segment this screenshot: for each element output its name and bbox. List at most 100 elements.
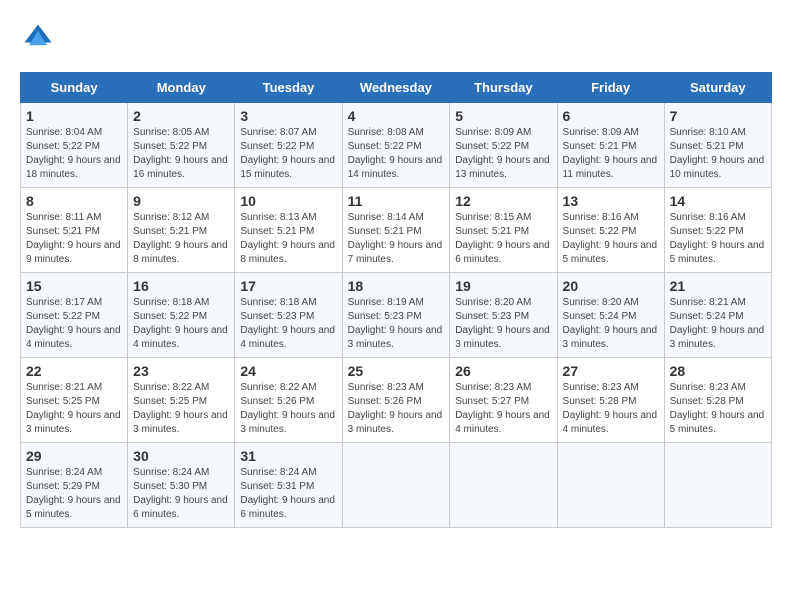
day-number: 18 — [348, 278, 445, 294]
calendar-cell: 1 Sunrise: 8:04 AMSunset: 5:22 PMDaylight… — [21, 103, 128, 188]
day-info: Sunrise: 8:18 AMSunset: 5:22 PMDaylight:… — [133, 296, 229, 352]
day-number: 2 — [133, 108, 229, 124]
day-number: 11 — [348, 193, 445, 209]
calendar-cell: 16 Sunrise: 8:18 AMSunset: 5:22 PMDayligh… — [128, 273, 235, 358]
calendar-cell: 5 Sunrise: 8:09 AMSunset: 5:22 PMDaylight… — [450, 103, 557, 188]
day-number: 10 — [240, 193, 336, 209]
calendar-week-row: 29Sunrise: 8:24 AMSunset: 5:29 PMDayligh… — [21, 443, 772, 528]
calendar-cell: 2 Sunrise: 8:05 AMSunset: 5:22 PMDaylight… — [128, 103, 235, 188]
day-info: Sunrise: 8:23 AMSunset: 5:28 PMDaylight:… — [670, 381, 766, 437]
day-info: Sunrise: 8:17 AMSunset: 5:22 PMDaylight:… — [26, 296, 122, 352]
day-info: Sunrise: 8:14 AMSunset: 5:21 PMDaylight:… — [348, 211, 445, 267]
day-number: 6 — [563, 108, 659, 124]
day-info: Sunrise: 8:13 AMSunset: 5:21 PMDaylight:… — [240, 211, 336, 267]
calendar-cell: 13 Sunrise: 8:16 AMSunset: 5:22 PMDayligh… — [557, 188, 664, 273]
day-info: Sunrise: 8:23 AMSunset: 5:26 PMDaylight:… — [348, 381, 445, 437]
day-info: Sunrise: 8:16 AMSunset: 5:22 PMDaylight:… — [563, 211, 659, 267]
weekday-header: Thursday — [450, 73, 557, 103]
day-info: Sunrise: 8:15 AMSunset: 5:21 PMDaylight:… — [455, 211, 551, 267]
logo — [20, 20, 62, 56]
day-number: 1 — [26, 108, 122, 124]
day-info: Sunrise: 8:24 AMSunset: 5:31 PMDaylight:… — [240, 466, 336, 522]
day-number: 16 — [133, 278, 229, 294]
day-info: Sunrise: 8:18 AMSunset: 5:23 PMDaylight:… — [240, 296, 336, 352]
header-row: SundayMondayTuesdayWednesdayThursdayFrid… — [21, 73, 772, 103]
calendar-week-row: 15 Sunrise: 8:17 AMSunset: 5:22 PMDayligh… — [21, 273, 772, 358]
day-number: 15 — [26, 278, 122, 294]
day-number: 12 — [455, 193, 551, 209]
day-number: 21 — [670, 278, 766, 294]
calendar-cell: 10 Sunrise: 8:13 AMSunset: 5:21 PMDayligh… — [235, 188, 342, 273]
calendar-cell: 19 Sunrise: 8:20 AMSunset: 5:23 PMDayligh… — [450, 273, 557, 358]
calendar-cell: 7 Sunrise: 8:10 AMSunset: 5:21 PMDaylight… — [664, 103, 771, 188]
calendar-cell: 8 Sunrise: 8:11 AMSunset: 5:21 PMDaylight… — [21, 188, 128, 273]
calendar-cell — [557, 443, 664, 528]
calendar-cell: 23 Sunrise: 8:22 AMSunset: 5:25 PMDayligh… — [128, 358, 235, 443]
day-info: Sunrise: 8:23 AMSunset: 5:27 PMDaylight:… — [455, 381, 551, 437]
day-info: Sunrise: 8:22 AMSunset: 5:25 PMDaylight:… — [133, 381, 229, 437]
day-number: 26 — [455, 363, 551, 379]
calendar-cell: 11 Sunrise: 8:14 AMSunset: 5:21 PMDayligh… — [342, 188, 450, 273]
calendar-cell: 15 Sunrise: 8:17 AMSunset: 5:22 PMDayligh… — [21, 273, 128, 358]
calendar-cell: 14 Sunrise: 8:16 AMSunset: 5:22 PMDayligh… — [664, 188, 771, 273]
day-number: 9 — [133, 193, 229, 209]
day-number: 3 — [240, 108, 336, 124]
day-number: 5 — [455, 108, 551, 124]
day-info: Sunrise: 8:11 AMSunset: 5:21 PMDaylight:… — [26, 211, 122, 267]
calendar-week-row: 1 Sunrise: 8:04 AMSunset: 5:22 PMDaylight… — [21, 103, 772, 188]
day-info: Sunrise: 8:10 AMSunset: 5:21 PMDaylight:… — [670, 126, 766, 182]
calendar-cell: 18Sunrise: 8:19 AMSunset: 5:23 PMDayligh… — [342, 273, 450, 358]
day-info: Sunrise: 8:16 AMSunset: 5:22 PMDaylight:… — [670, 211, 766, 267]
calendar-cell: 27Sunrise: 8:23 AMSunset: 5:28 PMDayligh… — [557, 358, 664, 443]
day-number: 20 — [563, 278, 659, 294]
calendar-cell: 21Sunrise: 8:21 AMSunset: 5:24 PMDayligh… — [664, 273, 771, 358]
day-number: 4 — [348, 108, 445, 124]
day-number: 19 — [455, 278, 551, 294]
day-info: Sunrise: 8:12 AMSunset: 5:21 PMDaylight:… — [133, 211, 229, 267]
weekday-header: Sunday — [21, 73, 128, 103]
calendar-cell — [450, 443, 557, 528]
calendar-cell — [664, 443, 771, 528]
calendar-cell: 20Sunrise: 8:20 AMSunset: 5:24 PMDayligh… — [557, 273, 664, 358]
logo-icon — [20, 20, 56, 56]
day-info: Sunrise: 8:20 AMSunset: 5:23 PMDaylight:… — [455, 296, 551, 352]
day-number: 29 — [26, 448, 122, 464]
calendar-cell: 3 Sunrise: 8:07 AMSunset: 5:22 PMDaylight… — [235, 103, 342, 188]
calendar-cell: 24Sunrise: 8:22 AMSunset: 5:26 PMDayligh… — [235, 358, 342, 443]
day-number: 17 — [240, 278, 336, 294]
calendar-week-row: 22 Sunrise: 8:21 AMSunset: 5:25 PMDayligh… — [21, 358, 772, 443]
calendar-cell: 17 Sunrise: 8:18 AMSunset: 5:23 PMDayligh… — [235, 273, 342, 358]
calendar-cell: 30Sunrise: 8:24 AMSunset: 5:30 PMDayligh… — [128, 443, 235, 528]
day-info: Sunrise: 8:05 AMSunset: 5:22 PMDaylight:… — [133, 126, 229, 182]
page-header — [20, 20, 772, 56]
calendar-cell: 6Sunrise: 8:09 AMSunset: 5:21 PMDaylight… — [557, 103, 664, 188]
day-number: 31 — [240, 448, 336, 464]
day-number: 25 — [348, 363, 445, 379]
calendar-cell: 4 Sunrise: 8:08 AMSunset: 5:22 PMDaylight… — [342, 103, 450, 188]
calendar-cell: 25 Sunrise: 8:23 AMSunset: 5:26 PMDayligh… — [342, 358, 450, 443]
day-info: Sunrise: 8:21 AMSunset: 5:25 PMDaylight:… — [26, 381, 122, 437]
calendar-week-row: 8 Sunrise: 8:11 AMSunset: 5:21 PMDaylight… — [21, 188, 772, 273]
weekday-header: Tuesday — [235, 73, 342, 103]
day-info: Sunrise: 8:07 AMSunset: 5:22 PMDaylight:… — [240, 126, 336, 182]
weekday-header: Friday — [557, 73, 664, 103]
day-number: 14 — [670, 193, 766, 209]
day-number: 23 — [133, 363, 229, 379]
day-number: 7 — [670, 108, 766, 124]
day-info: Sunrise: 8:08 AMSunset: 5:22 PMDaylight:… — [348, 126, 445, 182]
day-info: Sunrise: 8:04 AMSunset: 5:22 PMDaylight:… — [26, 126, 122, 182]
day-number: 24 — [240, 363, 336, 379]
calendar-cell — [342, 443, 450, 528]
calendar-cell: 9 Sunrise: 8:12 AMSunset: 5:21 PMDaylight… — [128, 188, 235, 273]
day-info: Sunrise: 8:09 AMSunset: 5:22 PMDaylight:… — [455, 126, 551, 182]
calendar-cell: 29Sunrise: 8:24 AMSunset: 5:29 PMDayligh… — [21, 443, 128, 528]
day-number: 13 — [563, 193, 659, 209]
day-number: 8 — [26, 193, 122, 209]
weekday-header: Wednesday — [342, 73, 450, 103]
day-number: 27 — [563, 363, 659, 379]
calendar-cell: 12 Sunrise: 8:15 AMSunset: 5:21 PMDayligh… — [450, 188, 557, 273]
day-number: 30 — [133, 448, 229, 464]
calendar-cell: 26 Sunrise: 8:23 AMSunset: 5:27 PMDayligh… — [450, 358, 557, 443]
day-number: 22 — [26, 363, 122, 379]
calendar-table: SundayMondayTuesdayWednesdayThursdayFrid… — [20, 72, 772, 528]
